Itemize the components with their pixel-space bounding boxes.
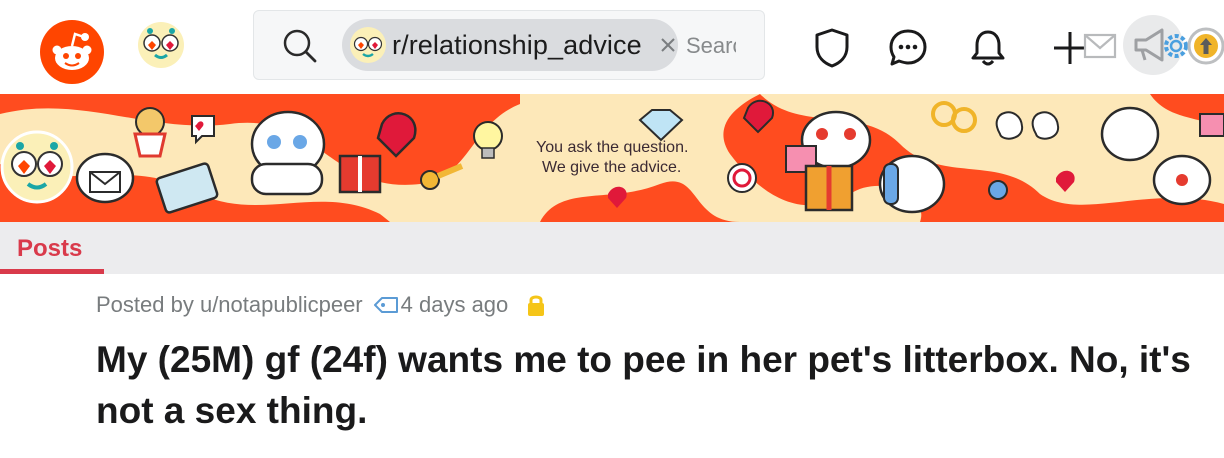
tab-bar: Posts xyxy=(0,222,1224,274)
search-icon xyxy=(283,29,317,63)
subreddit-icon xyxy=(350,27,386,63)
banner-tagline-line2: We give the advice. xyxy=(542,159,682,176)
top-bar: r/relationship_advice Search xyxy=(0,0,1224,92)
subreddit-filter-chip[interactable]: r/relationship_advice xyxy=(342,19,678,71)
subreddit-icon[interactable] xyxy=(138,22,184,68)
post-time: 4 days ago xyxy=(400,292,509,317)
shield-icon[interactable] xyxy=(810,26,854,70)
tag-icon xyxy=(373,297,398,313)
lock-icon xyxy=(528,295,545,316)
search-input[interactable]: Search xyxy=(686,33,736,59)
banner-tagline: You ask the question. We give the advice… xyxy=(536,138,776,178)
subreddit-chip-label: r/relationship_advice xyxy=(392,29,642,60)
subreddit-avatar[interactable] xyxy=(0,130,74,204)
tab-active-underline xyxy=(0,269,104,274)
post-author[interactable]: Posted by u/notapublicpeer xyxy=(96,292,363,318)
tab-posts[interactable]: Posts xyxy=(0,222,104,274)
bell-icon[interactable] xyxy=(966,26,1010,70)
banner-tagline-line1: You ask the question. xyxy=(536,139,689,156)
reddit-logo-icon[interactable] xyxy=(40,20,104,84)
mail-icon[interactable] xyxy=(1082,30,1118,62)
post-meta: Posted by u/notapublicpeer 4 days ago xyxy=(96,292,546,318)
search-bar[interactable]: r/relationship_advice Search xyxy=(253,10,765,80)
chat-icon[interactable] xyxy=(886,26,930,70)
post-title[interactable]: My (25M) gf (24f) wants me to pee in her… xyxy=(96,334,1206,436)
close-icon[interactable] xyxy=(660,37,676,53)
upvote-icon[interactable] xyxy=(1186,26,1224,66)
subreddit-banner: You ask the question. We give the advice… xyxy=(0,94,1224,222)
tab-posts-label: Posts xyxy=(17,235,83,262)
